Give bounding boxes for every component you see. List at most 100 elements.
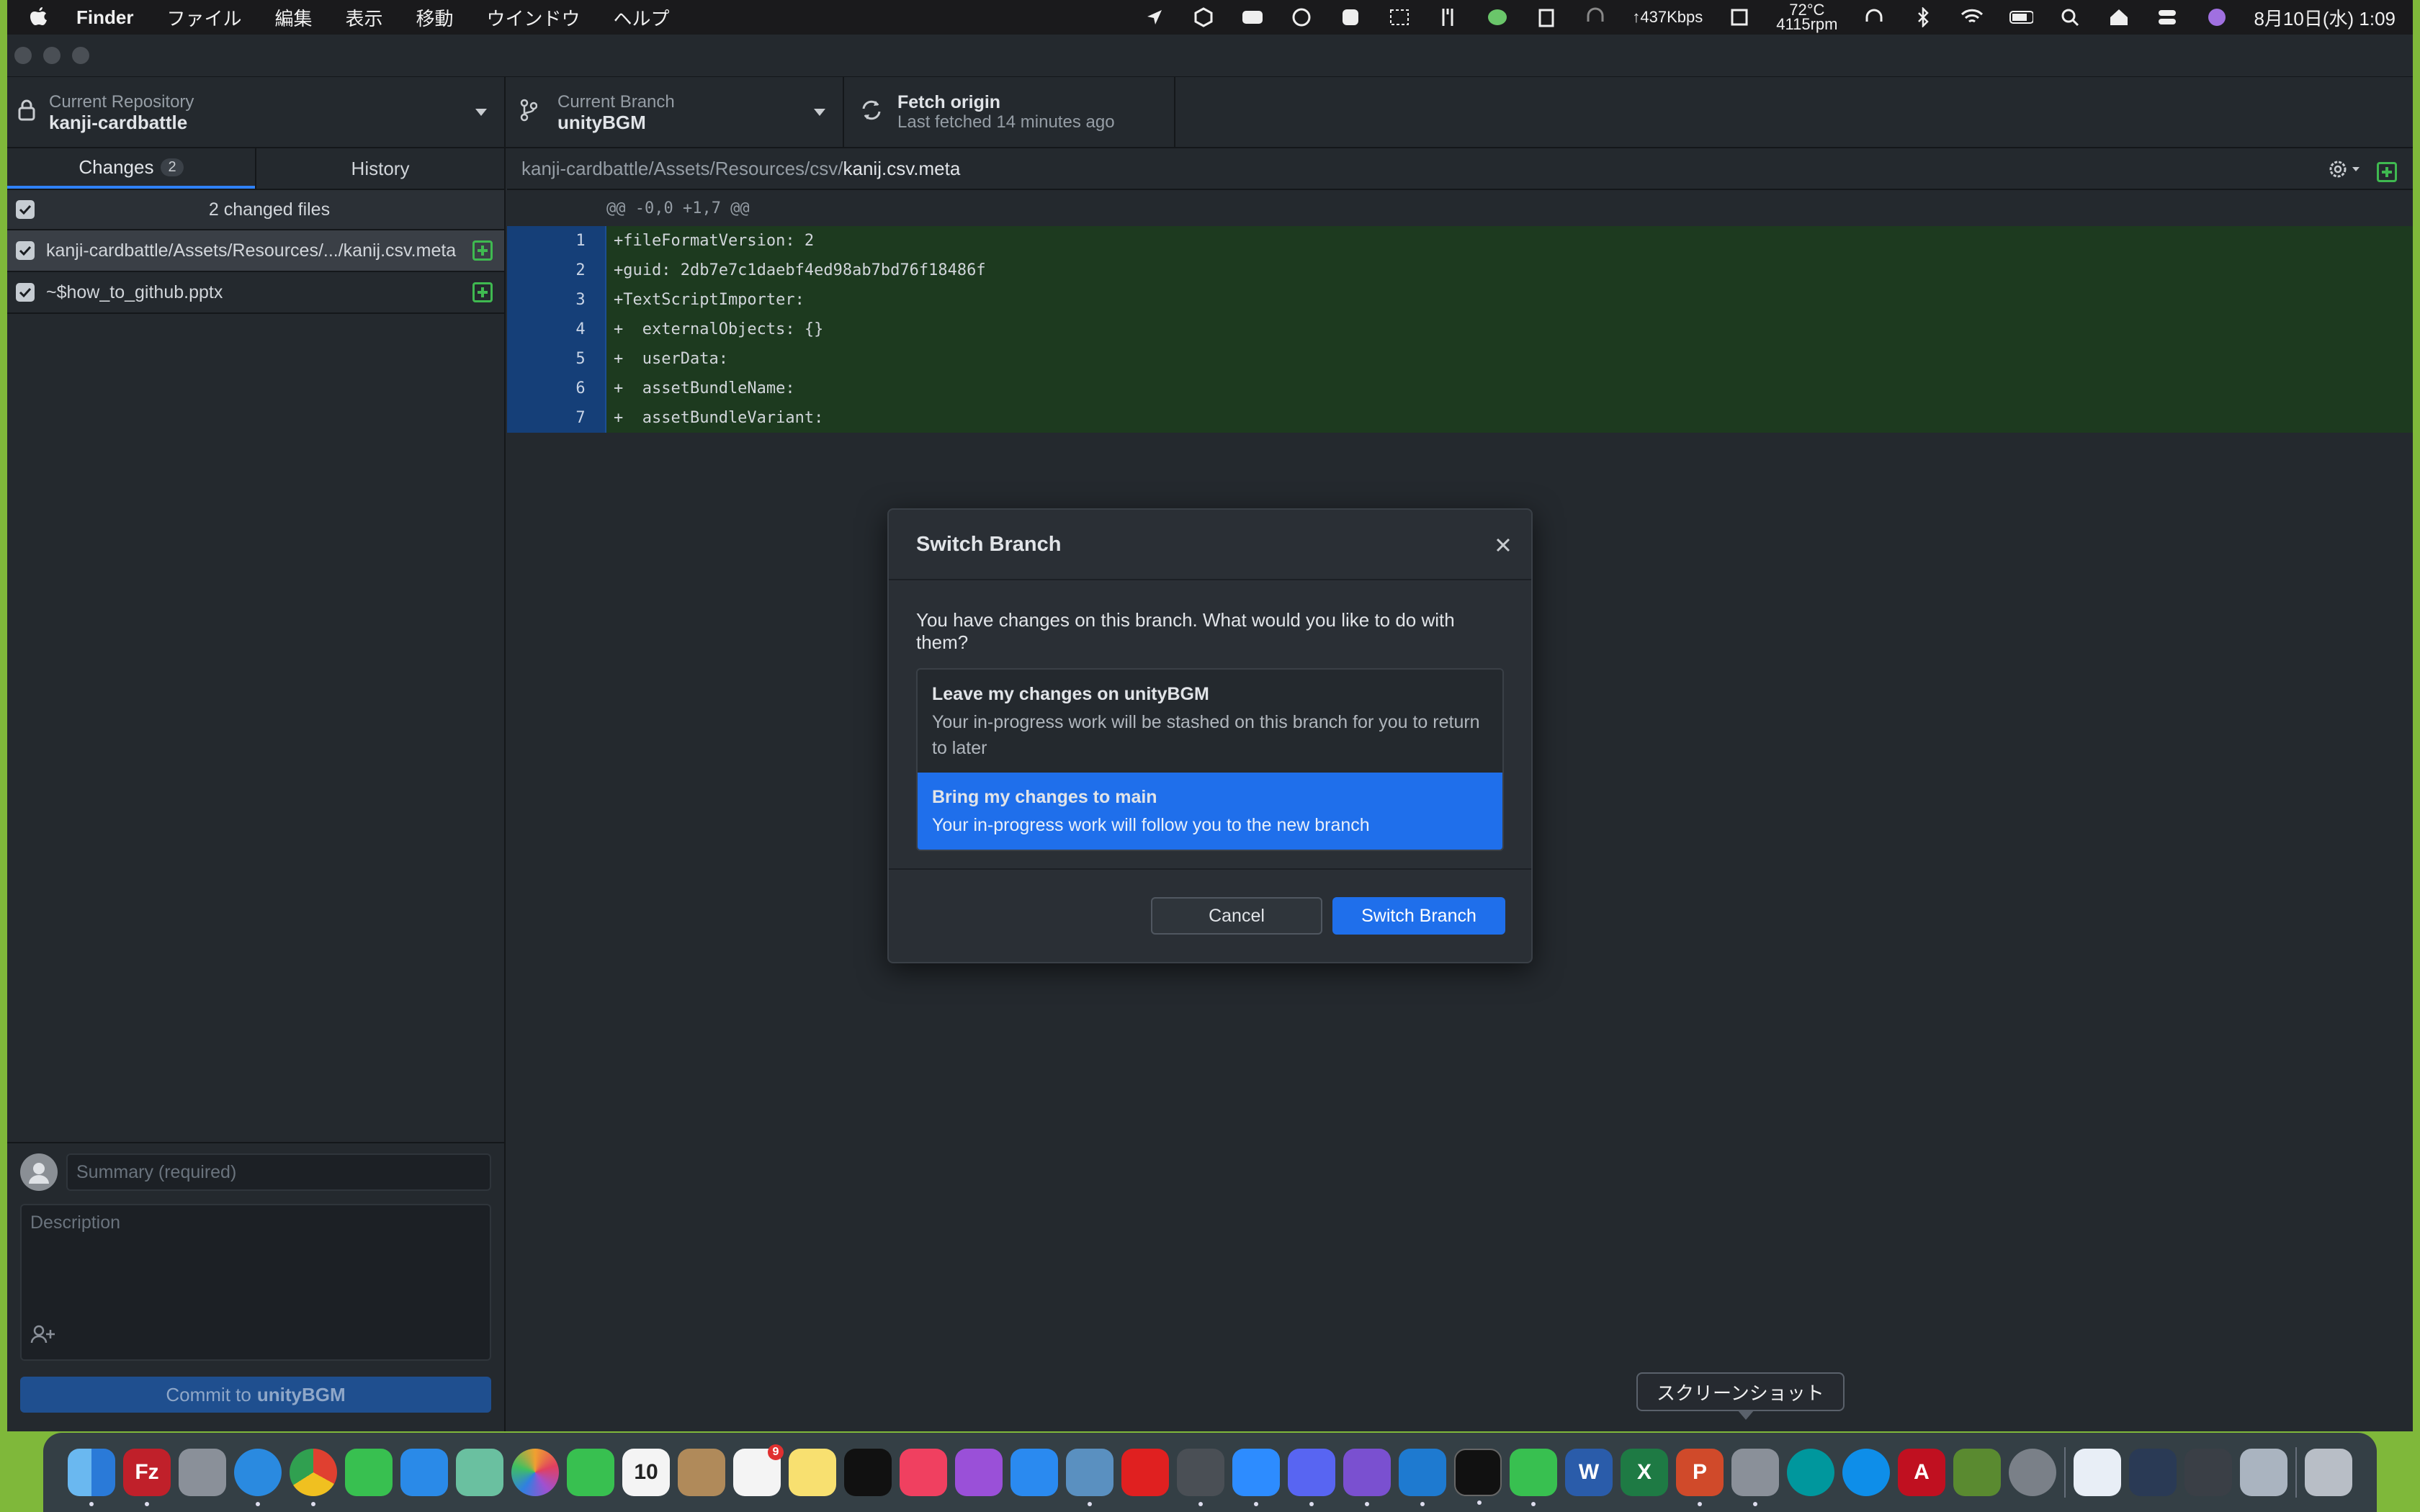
apple-menu-icon[interactable] xyxy=(29,6,50,28)
screen-capture-menu-icon[interactable] xyxy=(1387,6,1412,28)
menu-edit[interactable]: 編集 xyxy=(274,4,312,31)
github-desktop-icon[interactable] xyxy=(1343,1449,1391,1506)
sync-menu-icon[interactable] xyxy=(1289,6,1314,28)
add-coauthor-icon[interactable] xyxy=(30,1324,56,1349)
system-preferences-icon[interactable] xyxy=(2009,1449,2056,1496)
menu-go[interactable]: 移動 xyxy=(416,4,454,31)
autocad-icon[interactable]: A xyxy=(1898,1449,1945,1496)
filezilla-icon[interactable]: Fz xyxy=(123,1449,171,1506)
screenshot-icon[interactable] xyxy=(1731,1449,1779,1506)
word-icon[interactable]: W xyxy=(1565,1449,1613,1496)
preview-icon[interactable] xyxy=(2240,1449,2287,1496)
wifi-icon[interactable] xyxy=(1960,6,1984,28)
close-icon[interactable] xyxy=(1491,533,1515,557)
excel-icon[interactable]: X xyxy=(1621,1449,1668,1496)
acrobat-icon[interactable] xyxy=(1121,1449,1169,1496)
summary-input[interactable]: Summary (required) xyxy=(66,1153,491,1191)
control-center-icon[interactable] xyxy=(2156,6,2180,28)
unity-dark-icon[interactable] xyxy=(2184,1449,2232,1496)
facetime-icon[interactable] xyxy=(567,1449,614,1496)
diff-line[interactable]: 3 +TextScriptImporter: xyxy=(507,285,2413,315)
dialog-title: Switch Branch xyxy=(916,532,1062,556)
launchpad-icon[interactable] xyxy=(179,1449,226,1496)
select-all-checkbox[interactable] xyxy=(16,200,35,219)
vscode-icon[interactable] xyxy=(1399,1449,1446,1506)
maps-icon[interactable] xyxy=(456,1449,503,1496)
vpn-menu-icon[interactable] xyxy=(1338,6,1363,28)
battery-icon[interactable] xyxy=(2009,6,2034,28)
line-menu-icon[interactable] xyxy=(1485,6,1510,28)
list-item[interactable]: ~$how_to_github.pptx xyxy=(7,272,504,314)
home-icon[interactable] xyxy=(2107,6,2131,28)
diff-line[interactable]: 6 + assetBundleName: xyxy=(507,374,2413,403)
diff-line[interactable]: 5 + userData: xyxy=(507,344,2413,374)
menu-view[interactable]: 表示 xyxy=(345,4,382,31)
tab-history[interactable]: History xyxy=(255,148,504,189)
contacts-icon[interactable] xyxy=(678,1449,725,1496)
commit-button[interactable]: Commit to unityBGM xyxy=(20,1377,491,1413)
fetch-origin-button[interactable]: Fetch origin Last fetched 14 minutes ago xyxy=(844,77,1175,147)
zoom-icon[interactable] xyxy=(1232,1449,1280,1506)
current-branch-button[interactable]: Current Branch unityBGM xyxy=(506,77,844,147)
menu-file[interactable]: ファイル xyxy=(166,4,241,31)
podcasts-icon[interactable] xyxy=(955,1449,1003,1496)
file-checkbox[interactable] xyxy=(16,241,35,260)
diff-line[interactable]: 2 +guid: 2db7e7c1daebf4ed98ab7bd76f18486f xyxy=(507,256,2413,285)
switch-branch-button[interactable]: Switch Branch xyxy=(1332,897,1505,935)
option-bring-changes[interactable]: Bring my changes to main Your in-progres… xyxy=(918,773,1502,850)
mail-icon[interactable] xyxy=(400,1449,448,1496)
headset-menu-icon[interactable] xyxy=(1583,6,1608,28)
safari-icon[interactable] xyxy=(234,1449,282,1506)
cancel-button[interactable]: Cancel xyxy=(1151,897,1322,935)
menu-window[interactable]: ウインドウ xyxy=(487,4,581,31)
powerpoint-icon[interactable]: P xyxy=(1676,1449,1724,1506)
option-leave-changes[interactable]: Leave my changes on unityBGM Your in-pro… xyxy=(918,670,1502,773)
diff-line[interactable]: 7 + assetBundleVariant: xyxy=(507,403,2413,433)
menu-help[interactable]: ヘルプ xyxy=(614,4,670,31)
diff-line[interactable]: 4 + externalObjects: {} xyxy=(507,315,2413,344)
music-icon[interactable] xyxy=(900,1449,947,1496)
unity-icon[interactable] xyxy=(1177,1449,1224,1506)
zoom-menu-icon[interactable] xyxy=(1240,6,1265,28)
clipboard-menu-icon[interactable] xyxy=(1534,6,1559,28)
description-field[interactable]: Description xyxy=(20,1204,491,1361)
unity-hub-icon[interactable] xyxy=(2129,1449,2177,1496)
messages-icon[interactable] xyxy=(345,1449,393,1496)
discord-icon[interactable] xyxy=(1288,1449,1335,1506)
minecraft-icon[interactable] xyxy=(1953,1449,2001,1496)
appstore-icon[interactable] xyxy=(1010,1449,1058,1496)
diff-line[interactable]: 1 +fileFormatVersion: 2 xyxy=(507,226,2413,256)
teamviewer-icon[interactable] xyxy=(1842,1449,1890,1496)
terminal-icon[interactable] xyxy=(1454,1449,1502,1505)
chrome-icon[interactable] xyxy=(290,1449,337,1506)
appletv-icon[interactable] xyxy=(844,1449,892,1496)
calendar-icon[interactable]: 10 xyxy=(622,1449,670,1496)
headphones-icon[interactable] xyxy=(1862,6,1886,28)
location-icon[interactable] xyxy=(1142,6,1167,28)
bluetooth-icon[interactable] xyxy=(1911,6,1935,28)
arduino-icon[interactable] xyxy=(1787,1449,1834,1496)
unity-menu-icon[interactable] xyxy=(1191,6,1216,28)
reminders-icon[interactable]: 9 xyxy=(733,1444,784,1496)
clock[interactable]: 8月10日(水) 1:09 xyxy=(2254,4,2396,31)
list-item[interactable]: kanji-cardbattle/Assets/Resources/.../ka… xyxy=(7,230,504,272)
utensils-menu-icon[interactable] xyxy=(1436,6,1461,28)
file-checkbox[interactable] xyxy=(16,283,35,302)
trash-icon[interactable] xyxy=(2305,1449,2352,1496)
gear-icon[interactable] xyxy=(2326,157,2362,186)
finder-file-icon[interactable] xyxy=(2074,1449,2121,1496)
current-repository-button[interactable]: Current Repository kanji-cardbattle xyxy=(7,77,506,147)
search-icon[interactable] xyxy=(2058,6,2082,28)
system-stats[interactable]: 72°C 4115rpm xyxy=(1776,2,1837,32)
line-icon[interactable] xyxy=(1510,1449,1557,1506)
siri-icon[interactable] xyxy=(2205,6,2229,28)
photos-icon[interactable] xyxy=(511,1449,559,1496)
desktop-app-icon[interactable] xyxy=(1066,1449,1113,1506)
tab-changes[interactable]: Changes 2 xyxy=(7,148,255,189)
menu-app-name[interactable]: Finder xyxy=(76,6,133,29)
zoom-window-button[interactable] xyxy=(72,47,89,64)
notes-icon[interactable] xyxy=(789,1449,836,1496)
finder-icon[interactable] xyxy=(68,1449,115,1506)
close-window-button[interactable] xyxy=(14,47,32,64)
minimize-window-button[interactable] xyxy=(43,47,60,64)
